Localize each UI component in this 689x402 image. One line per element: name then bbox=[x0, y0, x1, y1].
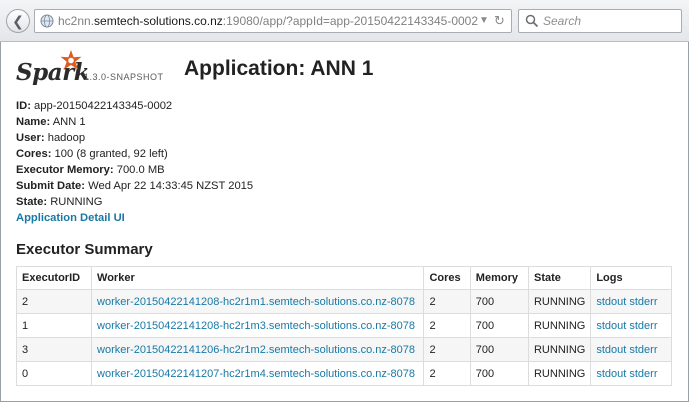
column-header-cores[interactable]: Cores bbox=[423, 266, 471, 290]
application-detail-ui-link[interactable]: Application Detail UI bbox=[16, 212, 125, 224]
state-cell: RUNNING bbox=[527, 289, 592, 314]
executor-id-cell: 2 bbox=[15, 289, 93, 314]
stderr-link[interactable]: stderr bbox=[629, 320, 657, 332]
page-title: Application: ANN 1 bbox=[184, 57, 374, 80]
worker-link[interactable]: worker-20150422141206-hc2r1m2.semtech-so… bbox=[97, 344, 415, 356]
logs-cell: stdout stderr bbox=[590, 313, 672, 338]
search-icon bbox=[525, 14, 539, 28]
table-row: 1 worker-20150422141208-hc2r1m3.semtech-… bbox=[15, 313, 672, 338]
executor-id-cell: 1 bbox=[15, 313, 93, 338]
info-key: Executor Memory: bbox=[16, 164, 114, 176]
info-key: Submit Date: bbox=[16, 180, 85, 192]
reload-icon[interactable]: ↻ bbox=[494, 10, 505, 32]
column-header-executorid[interactable]: ExecutorID bbox=[15, 266, 93, 290]
info-key: User: bbox=[16, 132, 45, 144]
stderr-link[interactable]: stderr bbox=[629, 368, 657, 380]
info-key: Name: bbox=[16, 116, 51, 128]
executor-id-cell: 0 bbox=[15, 361, 93, 386]
info-cores: Cores: 100 (8 granted, 92 left) bbox=[16, 146, 253, 162]
memory-cell: 700 bbox=[469, 289, 529, 314]
memory-cell: 700 bbox=[469, 337, 529, 362]
table-header-row: ExecutorID Worker Cores Memory State Log… bbox=[15, 266, 672, 290]
table-row: 0 worker-20150422141207-hc2r1m4.semtech-… bbox=[15, 361, 672, 386]
info-value: RUNNING bbox=[50, 196, 103, 208]
table-row: 3 worker-20150422141206-hc2r1m2.semtech-… bbox=[15, 337, 672, 362]
state-cell: RUNNING bbox=[527, 361, 592, 386]
column-header-memory[interactable]: Memory bbox=[469, 266, 529, 290]
search-input[interactable] bbox=[543, 12, 675, 30]
info-key: Cores: bbox=[16, 148, 52, 160]
column-header-state[interactable]: State bbox=[527, 266, 592, 290]
info-value: 700.0 MB bbox=[116, 164, 165, 176]
executor-id-cell: 3 bbox=[15, 337, 93, 362]
cores-cell: 2 bbox=[423, 361, 471, 386]
logs-cell: stdout stderr bbox=[590, 361, 672, 386]
stderr-link[interactable]: stderr bbox=[629, 296, 657, 308]
memory-cell: 700 bbox=[469, 361, 529, 386]
worker-cell: worker-20150422141207-hc2r1m4.semtech-so… bbox=[91, 361, 425, 386]
globe-icon bbox=[40, 14, 54, 28]
state-cell: RUNNING bbox=[527, 337, 592, 362]
spark-star-icon bbox=[60, 50, 82, 70]
info-value: Wed Apr 22 14:33:45 NZST 2015 bbox=[88, 180, 254, 192]
executor-table: ExecutorID Worker Cores Memory State Log… bbox=[15, 266, 672, 386]
logs-cell: stdout stderr bbox=[590, 337, 672, 362]
info-value: ANN 1 bbox=[52, 116, 86, 128]
worker-cell: worker-20150422141206-hc2r1m2.semtech-so… bbox=[91, 337, 425, 362]
stdout-link[interactable]: stdout bbox=[596, 344, 626, 356]
url-host: semtech-solutions.co.nz bbox=[94, 14, 223, 28]
search-box[interactable] bbox=[518, 9, 682, 33]
info-value: 100 (8 granted, 92 left) bbox=[54, 148, 168, 160]
info-user: User: hadoop bbox=[16, 130, 253, 146]
address-bar[interactable]: hc2nn.semtech-solutions.co.nz:19080/app/… bbox=[34, 9, 512, 33]
info-state: State: RUNNING bbox=[16, 194, 253, 210]
url-text: hc2nn.semtech-solutions.co.nz:19080/app/… bbox=[58, 10, 478, 32]
worker-link[interactable]: worker-20150422141207-hc2r1m4.semtech-so… bbox=[97, 368, 415, 380]
info-value: hadoop bbox=[47, 132, 86, 144]
state-cell: RUNNING bbox=[527, 313, 592, 338]
url-prefix: hc2nn. bbox=[58, 14, 95, 28]
info-executor-memory: Executor Memory: 700.0 MB bbox=[16, 162, 253, 178]
stderr-link[interactable]: stderr bbox=[629, 344, 657, 356]
cores-cell: 2 bbox=[423, 337, 471, 362]
stdout-link[interactable]: stdout bbox=[596, 368, 626, 380]
cores-cell: 2 bbox=[423, 313, 471, 338]
back-arrow-icon[interactable]: ❮ bbox=[6, 9, 30, 33]
worker-cell: worker-20150422141208-hc2r1m3.semtech-so… bbox=[91, 313, 425, 338]
info-submit-date: Submit Date: Wed Apr 22 14:33:45 NZST 20… bbox=[16, 178, 253, 194]
browser-toolbar: ❮ hc2nn.semtech-solutions.co.nz:19080/ap… bbox=[0, 0, 689, 42]
application-info: ID: app-20150422143345-0002 Name: ANN 1 … bbox=[16, 98, 253, 226]
spark-logo[interactable]: Spark bbox=[16, 50, 90, 86]
column-header-worker[interactable]: Worker bbox=[91, 266, 425, 290]
info-key: State: bbox=[16, 196, 48, 208]
table-row: 2 worker-20150422141208-hc2r1m1.semtech-… bbox=[15, 289, 672, 314]
logs-cell: stdout stderr bbox=[590, 289, 672, 314]
info-id: ID: app-20150422143345-0002 bbox=[16, 98, 253, 114]
info-key: ID: bbox=[16, 100, 31, 112]
info-name: Name: ANN 1 bbox=[16, 114, 253, 130]
stdout-link[interactable]: stdout bbox=[596, 320, 626, 332]
worker-cell: worker-20150422141208-hc2r1m1.semtech-so… bbox=[91, 289, 425, 314]
stdout-link[interactable]: stdout bbox=[596, 296, 626, 308]
worker-link[interactable]: worker-20150422141208-hc2r1m1.semtech-so… bbox=[97, 296, 415, 308]
memory-cell: 700 bbox=[469, 313, 529, 338]
info-detail-link-row: Application Detail UI bbox=[16, 210, 253, 226]
column-header-logs[interactable]: Logs bbox=[590, 266, 672, 290]
spark-version: 1.3.0-SNAPSHOT bbox=[84, 72, 164, 82]
info-value: app-20150422143345-0002 bbox=[34, 100, 173, 112]
worker-link[interactable]: worker-20150422141208-hc2r1m3.semtech-so… bbox=[97, 320, 415, 332]
url-path: :19080/app/?appId=app-20150422143345-000… bbox=[222, 14, 479, 28]
cores-cell: 2 bbox=[423, 289, 471, 314]
dropdown-icon[interactable]: ▼ bbox=[479, 10, 489, 32]
executor-summary-title: Executor Summary bbox=[16, 241, 153, 258]
